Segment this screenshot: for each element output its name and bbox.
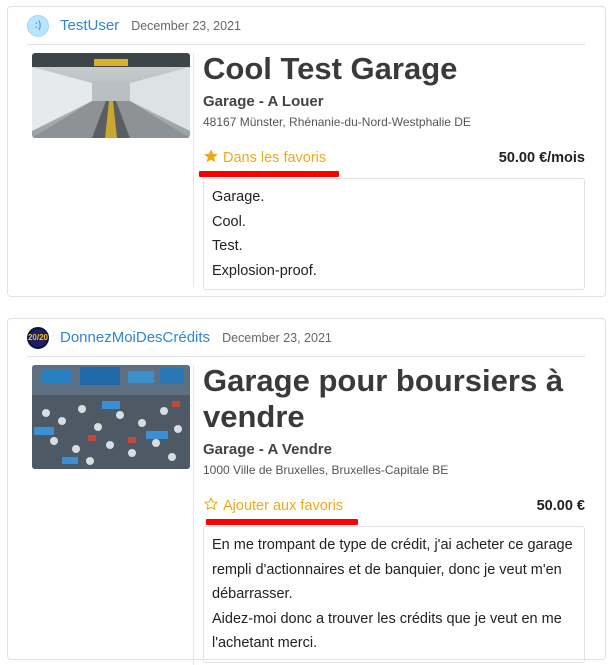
description-line: Cool. [212, 213, 246, 230]
listing-price: 50.00 €/mois [498, 150, 585, 166]
highlight-underline [206, 519, 358, 525]
description-paragraph: Aidez-moi donc a trouver les crédits que… [212, 610, 562, 652]
card-header: 20/20 DonnezMoiDesCrédits December 23, 2… [27, 319, 585, 357]
listing-content: Garage pour boursiers à vendre Garage - … [203, 363, 585, 663]
description-line: Explosion-proof. [212, 262, 317, 279]
highlight-underline [199, 171, 339, 177]
post-date: December 23, 2021 [222, 330, 332, 345]
card-header: :) TestUser December 23, 2021 [27, 7, 585, 45]
favorite-price-row: Ajouter aux favoris 50.00 € [203, 496, 585, 525]
star-outline-icon [203, 496, 219, 516]
description-line: Garage. [212, 189, 265, 205]
listing-type: Garage - A Louer [203, 93, 324, 110]
favorite-price-row: Dans les favoris 50.00 €/mois [199, 148, 585, 177]
description-paragraph: En me trompant de type de crédit, j'ai a… [212, 537, 573, 602]
favorite-button[interactable]: Dans les favoris [203, 148, 326, 168]
listing-address: 48167 Münster, Rhénanie-du-Nord-Westphal… [203, 115, 471, 129]
listing-description: Garage. Cool. Test. Explosion-proof. [203, 178, 585, 290]
trading-floor-photo [32, 365, 190, 469]
star-filled-icon [203, 148, 219, 168]
listing-title[interactable]: Cool Test Garage [203, 51, 585, 87]
column-divider [193, 53, 194, 287]
description-line: Test. [212, 238, 243, 254]
listing-image[interactable] [32, 53, 190, 138]
username-link[interactable]: DonnezMoiDesCrédits [60, 329, 210, 346]
favorite-button[interactable]: Ajouter aux favoris [203, 496, 343, 516]
listing-title[interactable]: Garage pour boursiers à vendre [203, 363, 585, 435]
listing-address: 1000 Ville de Bruxelles, Bruxelles-Capit… [203, 463, 449, 477]
username-link[interactable]: TestUser [60, 17, 119, 34]
listing-card: :) TestUser December 23, 2021 Cool Test … [7, 6, 606, 297]
listing-price: 50.00 € [536, 498, 585, 514]
favorite-label: Dans les favoris [223, 150, 327, 166]
avatar[interactable]: :) [27, 14, 49, 37]
listing-card: 20/20 DonnezMoiDesCrédits December 23, 2… [7, 318, 606, 665]
post-date: December 23, 2021 [131, 18, 241, 33]
listing-image[interactable] [32, 365, 190, 469]
listing-content: Cool Test Garage Garage - A Louer 48167 … [199, 51, 585, 290]
avatar[interactable]: 20/20 [27, 326, 49, 349]
listing-description: En me trompant de type de crédit, j'ai a… [203, 526, 585, 663]
favorite-label: Ajouter aux favoris [223, 498, 344, 514]
column-divider [193, 365, 194, 665]
garage-photo [32, 53, 190, 138]
listing-type: Garage - A Vendre [203, 441, 332, 458]
